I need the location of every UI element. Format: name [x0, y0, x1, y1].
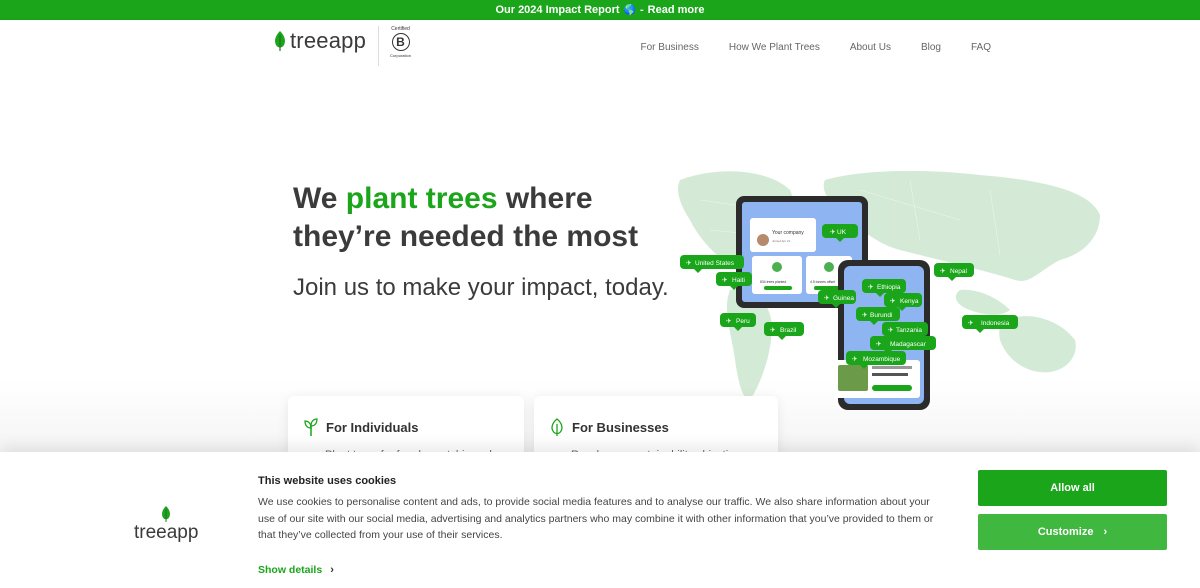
nav-how-we-plant-trees[interactable]: How We Plant Trees: [729, 42, 820, 53]
tablet-tonnes-offset: 4.5 tonnes offset: [810, 280, 835, 284]
cookie-treeapp-logo: treeapp: [134, 506, 198, 544]
nav-about-us[interactable]: About Us: [850, 42, 891, 53]
tablet-trees-planted: 834 trees planted: [760, 280, 786, 284]
read-more-link[interactable]: Read more: [648, 4, 705, 16]
pin-label-guinea: Guinea: [833, 295, 854, 302]
pin-label-indonesia: Indonesia: [981, 320, 1010, 327]
card-businesses-title: For Businesses: [572, 419, 669, 435]
banner-text: Our 2024 Impact Report: [495, 4, 620, 16]
tablet-joined-date: Joined Apr 21: [772, 239, 791, 243]
pin-nepal[interactable]: ✈ Nepal: [934, 263, 974, 281]
svg-text:✈: ✈: [868, 284, 874, 291]
allow-all-button[interactable]: Allow all: [978, 470, 1167, 506]
pin-label-uk: UK: [837, 229, 847, 236]
tree-leaf-icon: [551, 418, 563, 436]
card-individuals-title: For Individuals: [326, 419, 419, 435]
bcorp-corporation: Corporation: [390, 53, 411, 58]
cookie-consent-banner: treeapp This website uses cookies We use…: [0, 452, 1200, 588]
svg-text:✈: ✈: [890, 298, 896, 305]
svg-text:✈: ✈: [726, 318, 732, 325]
svg-text:✈: ✈: [830, 229, 836, 236]
cookie-title: This website uses cookies: [258, 475, 397, 487]
globe-icon: 🌎: [623, 4, 636, 16]
show-details-label: Show details: [258, 564, 323, 576]
world-map-illustration: Your company Joined Apr 21 834 trees pla…: [678, 170, 1100, 410]
svg-text:✈: ✈: [824, 295, 830, 302]
chevron-right-icon: ›: [1103, 526, 1108, 538]
pin-label-brazil: Brazil: [780, 327, 797, 334]
cookie-logo-wordmark: treeapp: [134, 522, 199, 543]
banner-separator: -: [640, 4, 644, 16]
hero-headline: We plant trees where they’re needed the …: [293, 180, 693, 256]
pin-label-madagascar: Madagascar: [890, 341, 927, 348]
svg-text:✈: ✈: [888, 327, 894, 334]
leaf-icon: [275, 31, 285, 51]
phone-card: [834, 360, 920, 398]
nav-blog[interactable]: Blog: [921, 42, 941, 53]
logo-wordmark: treeapp: [290, 28, 367, 53]
pin-label-ethiopia: Ethiopia: [877, 284, 901, 291]
sprout-icon: [304, 418, 318, 436]
svg-text:✈: ✈: [940, 268, 946, 275]
customize-label: Customize: [1037, 526, 1094, 538]
nav-for-business[interactable]: For Business: [641, 42, 699, 53]
pin-label-burundi: Burundi: [870, 312, 892, 319]
impact-report-banner[interactable]: Our 2024 Impact Report 🌎 - Read more: [0, 0, 1200, 20]
treeapp-logo[interactable]: treeapp: [273, 28, 366, 54]
tablet-company-name: Your company: [772, 230, 804, 236]
svg-text:✈: ✈: [876, 341, 882, 348]
customize-button[interactable]: Customize ›: [978, 514, 1167, 550]
pin-label-nepal: Nepal: [950, 268, 968, 275]
pin-label-united-states: United States: [695, 260, 735, 267]
svg-text:✈: ✈: [968, 320, 974, 327]
svg-text:✈: ✈: [686, 260, 692, 267]
card-businesses-heading: For Businesses: [550, 418, 762, 436]
svg-text:✈: ✈: [722, 277, 728, 284]
b-corp-badge: Certified B Corporation: [378, 26, 412, 66]
leaf-icon: [162, 506, 171, 522]
svg-text:✈: ✈: [770, 327, 776, 334]
allow-all-label: Allow all: [1050, 482, 1095, 494]
hero-subline: Join us to make your impact, today.: [293, 274, 669, 301]
card-individuals-heading: For Individuals: [304, 418, 508, 436]
bcorp-letter: B: [391, 33, 410, 51]
svg-text:✈: ✈: [852, 356, 858, 363]
chevron-right-icon: ›: [330, 564, 334, 576]
svg-text:✈: ✈: [862, 312, 868, 319]
bcorp-certified: Certified: [391, 26, 410, 32]
site-header: treeapp Certified B Corporation For Busi…: [0, 20, 1200, 76]
pin-label-mozambique: Mozambique: [863, 356, 901, 363]
main-nav: For Business How We Plant Trees About Us…: [641, 42, 992, 53]
pin-label-haiti: Haiti: [732, 277, 745, 284]
headline-highlight: plant trees: [345, 182, 498, 215]
show-details-link[interactable]: Show details ›: [258, 564, 334, 576]
pin-united-states[interactable]: ✈ United States: [680, 255, 744, 273]
nav-faq[interactable]: FAQ: [971, 42, 991, 53]
cookie-description: We use cookies to personalise content an…: [258, 496, 934, 541]
headline-pre: We: [293, 182, 346, 215]
pin-label-peru: Peru: [736, 318, 750, 325]
pin-label-tanzania: Tanzania: [896, 327, 922, 334]
pin-label-kenya: Kenya: [900, 298, 919, 305]
